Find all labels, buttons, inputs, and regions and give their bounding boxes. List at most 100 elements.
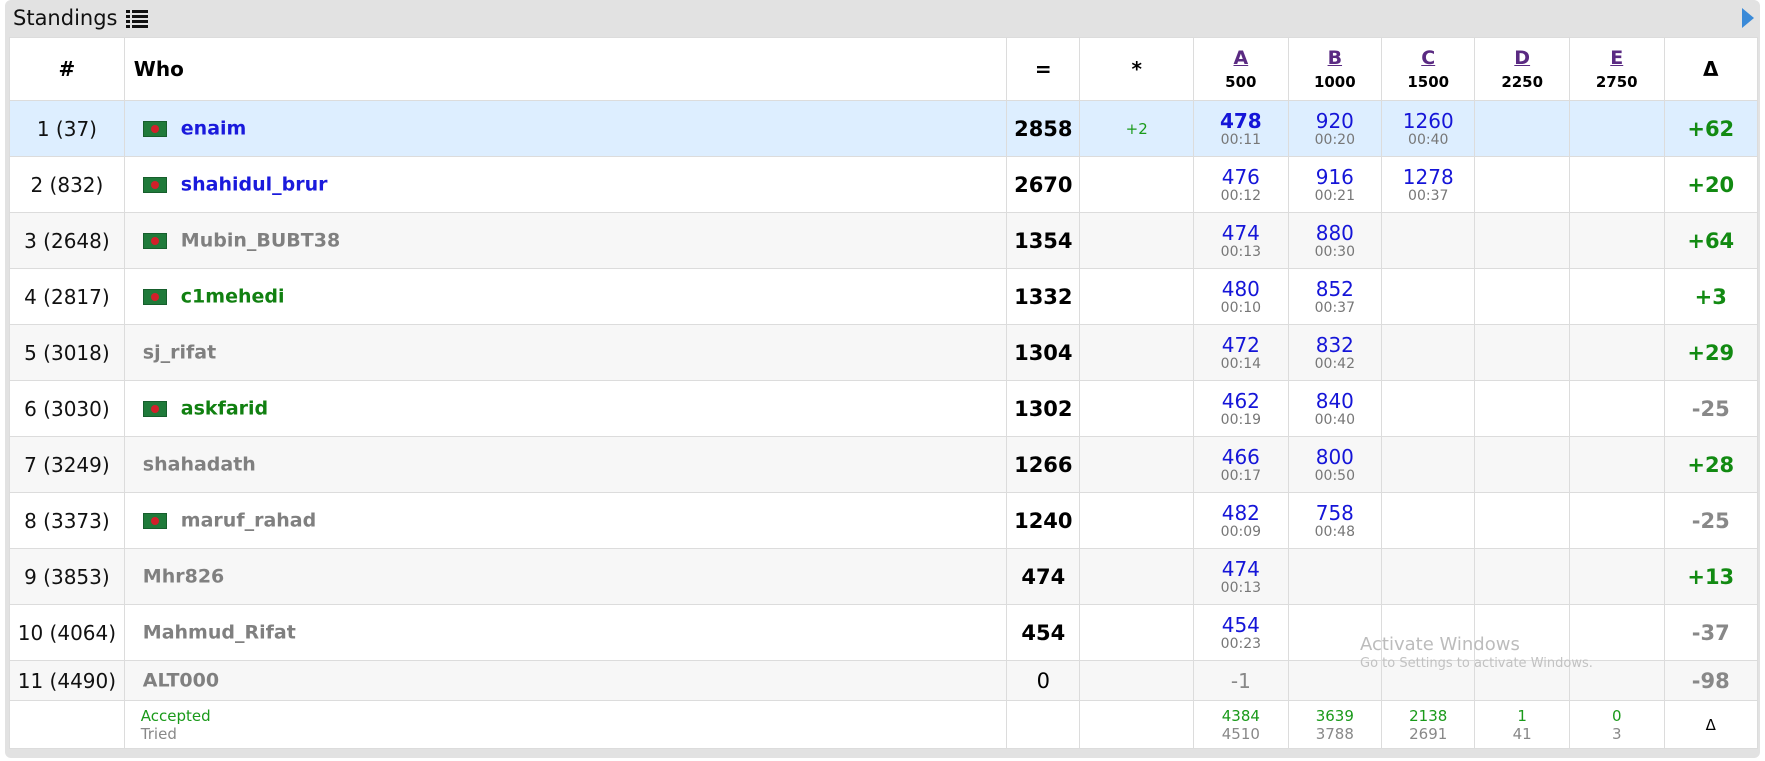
problem-a-cell[interactable]: 478 00:11 — [1193, 100, 1289, 157]
problem-score: 758 — [1315, 500, 1354, 525]
tried-count: 3 — [1611, 724, 1622, 743]
problem-d-cell — [1474, 436, 1570, 493]
problem-a-cell[interactable]: 480 00:10 — [1193, 268, 1289, 325]
stats-problem-b: 3639 3788 — [1287, 700, 1383, 749]
problem-d-link[interactable]: D — [1475, 47, 1569, 69]
who-header: Who — [123, 37, 1008, 101]
table-row: 3 (2648) Mubin_BUBT38 1354 474 00:13 880 00:30… — [9, 212, 1759, 269]
problem-a-cell[interactable]: 476 00:12 — [1193, 156, 1289, 213]
problem-time: 00:12 — [1220, 187, 1262, 204]
problem-b-cell — [1287, 548, 1383, 605]
problem-a-points: 500 — [1225, 73, 1257, 91]
problem-a-cell[interactable]: 482 00:09 — [1193, 492, 1289, 549]
problem-e-cell — [1568, 100, 1665, 157]
problem-score: 482 — [1221, 500, 1260, 525]
problem-time: 00:14 — [1220, 355, 1262, 372]
problem-a-cell[interactable]: 472 00:14 — [1193, 324, 1289, 381]
problem-b-cell[interactable]: 758 00:48 — [1287, 492, 1383, 549]
problem-b-cell[interactable]: 852 00:37 — [1287, 268, 1383, 325]
hacks-cell — [1079, 268, 1195, 325]
rating-delta-cell: -25 — [1663, 492, 1759, 549]
problem-score: 474 — [1221, 220, 1260, 245]
participant-handle[interactable]: shahidul_brur — [181, 174, 328, 196]
participant-handle[interactable]: Mubin_BUBT38 — [181, 230, 340, 252]
problem-c-cell — [1381, 548, 1476, 605]
table-header-row: # Who = * A 500 B 1000 C 1500 D 2250 E 2750 Δ — [9, 37, 1759, 101]
problem-c-cell[interactable]: 1278 00:37 — [1381, 156, 1476, 213]
problem-d-cell — [1474, 156, 1570, 213]
accepted-label: Accepted — [140, 706, 211, 725]
problem-time: 00:09 — [1220, 523, 1262, 540]
problem-b-cell[interactable]: 800 00:50 — [1287, 436, 1383, 493]
table-row: 8 (3373) maruf_rahad 1240 482 00:09 758 00:48-… — [9, 492, 1759, 549]
problem-time: 00:23 — [1220, 635, 1262, 652]
problem-e-header: E 2750 — [1568, 37, 1665, 101]
problem-a-cell[interactable]: 474 00:13 — [1193, 212, 1289, 269]
problem-b-link[interactable]: B — [1289, 47, 1381, 69]
problem-d-cell — [1474, 492, 1570, 549]
problem-c-link[interactable]: C — [1382, 47, 1474, 69]
bangladesh-flag-icon — [142, 512, 167, 529]
participant-handle[interactable]: ALT000 — [143, 670, 219, 692]
problem-c-header: C 1500 — [1381, 37, 1476, 101]
problem-e-cell — [1568, 604, 1665, 661]
problem-b-cell[interactable]: 880 00:30 — [1287, 212, 1383, 269]
problem-d-cell — [1474, 100, 1570, 157]
participant-cell: c1mehedi — [123, 268, 1008, 325]
participant-cell: shahadath — [123, 436, 1008, 493]
points-cell: 454 — [1006, 604, 1081, 661]
participant-handle[interactable]: enaim — [181, 118, 247, 140]
rating-delta-cell: -37 — [1663, 604, 1759, 661]
stats-problem-e: 03 — [1568, 700, 1665, 749]
problem-a-cell[interactable]: 462 00:19 — [1193, 380, 1289, 437]
bangladesh-flag-icon — [142, 288, 167, 305]
participant-handle[interactable]: askfarid — [181, 398, 268, 420]
problem-score: 920 — [1315, 108, 1354, 133]
activation-watermark: Activate Windows — [1360, 634, 1520, 655]
hacks-cell — [1079, 212, 1195, 269]
participant-handle[interactable]: c1mehedi — [181, 286, 285, 308]
table-row: 5 (3018) sj_rifat 1304 472 00:14 832 00:42 +29 — [9, 324, 1759, 381]
problem-a-link[interactable]: A — [1194, 47, 1288, 69]
participant-handle[interactable]: maruf_rahad — [181, 510, 316, 532]
table-row: 1 (37) enaim 2858 +2 478 00:11 920 00:20 1260 00:… — [9, 100, 1759, 157]
problem-time: 00:48 — [1314, 523, 1355, 540]
problem-b-cell[interactable]: 840 00:40 — [1287, 380, 1383, 437]
rating-delta-cell: +29 — [1663, 324, 1759, 381]
problem-b-cell[interactable]: 916 00:21 — [1287, 156, 1383, 213]
hacks-cell: +2 — [1079, 100, 1195, 157]
participant-handle[interactable]: shahadath — [143, 454, 256, 476]
bangladesh-flag-icon — [142, 176, 167, 193]
accepted-count: 2138 — [1409, 706, 1448, 725]
problem-time: 00:11 — [1220, 131, 1262, 148]
rank-cell: 11 (4490) — [9, 660, 125, 701]
problem-e-link[interactable]: E — [1570, 47, 1664, 69]
table-row: 2 (832) shahidul_brur 2670 476 00:12 916 00:21… — [9, 156, 1759, 213]
bangladesh-flag-icon — [142, 232, 167, 249]
stats-row: Accepted Tried 4384 4510 3639 3788 2138 269… — [9, 700, 1759, 749]
participant-handle[interactable]: sj_rifat — [143, 342, 216, 364]
problem-a-cell[interactable]: 474 00:13 — [1193, 548, 1289, 605]
points-cell: 1332 — [1006, 268, 1081, 325]
problem-b-cell[interactable]: 832 00:42 — [1287, 324, 1383, 381]
problem-a-cell[interactable]: 466 00:17 — [1193, 436, 1289, 493]
participant-handle[interactable]: Mhr826 — [143, 566, 224, 588]
participant-handle[interactable]: Mahmud_Rifat — [143, 622, 296, 644]
hacks-cell — [1079, 548, 1195, 605]
problem-time: 00:30 — [1314, 243, 1355, 260]
problem-c-cell[interactable]: 1260 00:40 — [1381, 100, 1476, 157]
problem-a-cell[interactable]: 454 00:23 — [1193, 604, 1289, 661]
problem-time: 00:42 — [1314, 355, 1355, 372]
list-icon[interactable] — [125, 10, 148, 28]
problem-a-cell[interactable]: -1 — [1193, 660, 1289, 701]
problem-e-cell — [1568, 212, 1665, 269]
expand-arrow-icon[interactable] — [1742, 8, 1754, 28]
problem-score: 462 — [1221, 388, 1260, 413]
problem-time: 00:37 — [1408, 187, 1449, 204]
problem-c-points: 1500 — [1407, 73, 1450, 91]
participant-cell: Mhr826 — [123, 548, 1008, 605]
problem-b-cell[interactable]: 920 00:20 — [1287, 100, 1383, 157]
participant-cell: sj_rifat — [123, 324, 1008, 381]
tried-count: 4510 — [1221, 724, 1260, 743]
rating-delta-cell: -25 — [1663, 380, 1759, 437]
